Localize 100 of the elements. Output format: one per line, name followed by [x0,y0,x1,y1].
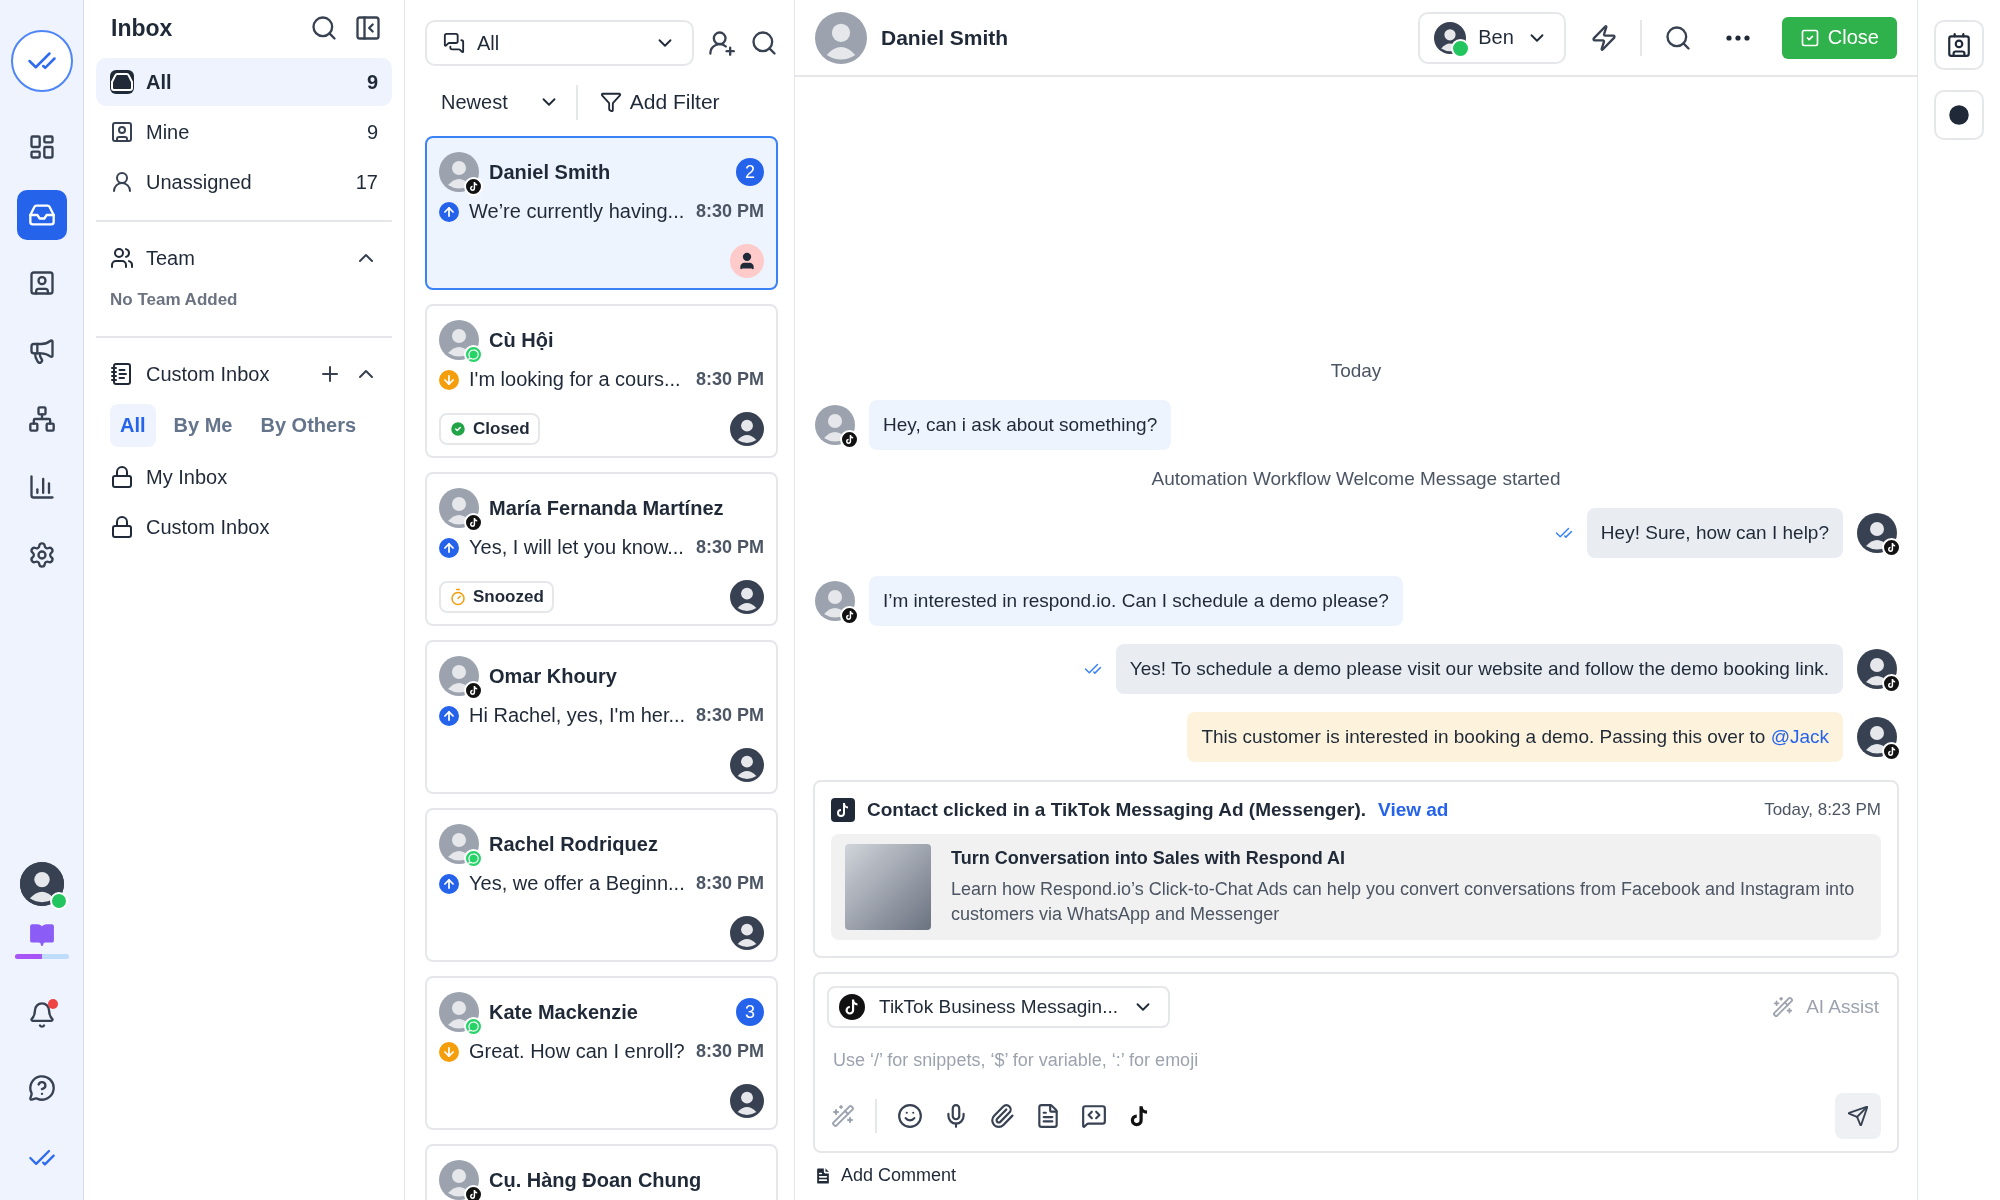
unread-count: 2 [736,158,764,186]
network-icon [27,405,56,433]
note-bubble: This customer is interested in booking a demo. Passing this over to @Jack [1187,712,1843,762]
folder-item[interactable]: Unassigned 17 [96,158,392,206]
assign-user-button[interactable] [708,29,736,57]
date-divider: Today [1330,360,1382,382]
lock-icon [110,515,134,539]
sort-dropdown[interactable]: Newest [425,84,578,120]
contact-icon [27,269,56,297]
document-button[interactable] [1035,1103,1061,1129]
message-bubble: Hey! Sure, how can I help? [1586,508,1843,558]
filter-icon [599,91,622,113]
conversation-card[interactable]: Cụ. Hàng Đoan Chung [425,1144,778,1200]
conversation-card[interactable]: Rachel Rodriquez Yes, we offer a Beginn... 8:30 PM [425,808,778,962]
help-icon [27,1074,56,1102]
channel-dropdown[interactable]: TikTok Business Messagin... [827,986,1170,1028]
attachment-button[interactable] [989,1103,1015,1129]
contact-avatar [439,1160,479,1200]
conversation-card[interactable]: Kate Mackenzie 3 Great. How can I enroll? 8:30 PM [425,976,778,1130]
send-icon [1847,1105,1869,1127]
user-card-icon [110,120,134,144]
contact-avatar [815,405,855,445]
assignee-dropdown[interactable]: Ben [1418,11,1566,64]
filter-tab[interactable]: By Others [250,404,367,447]
paperclip-icon [989,1103,1015,1129]
contact-avatar [439,992,479,1032]
filter-tab[interactable]: All [110,404,156,447]
conversation-card[interactable]: Cù Hội I'm looking for a cours... 8:30 PM Closed [425,304,778,458]
check-circle-icon [449,420,467,438]
chat-bubbles-icon [443,32,465,54]
message-preview: Great. How can I enroll? [469,1040,686,1063]
bar-chart-icon [27,473,56,501]
view-ad-link[interactable]: View ad [1378,799,1449,821]
contact-name: Cù Hội [489,328,555,352]
empty-note: No Team Added [109,289,239,311]
tiktok-badge-icon [1882,674,1901,693]
notebook-icon [110,362,134,386]
message-time: 8:30 PM [695,705,764,726]
book-icon [28,922,55,948]
contact-details-button[interactable] [1934,20,1984,70]
emoji-button[interactable] [897,1103,923,1129]
message-time: 8:30 PM [695,873,764,894]
ad-title: Contact clicked in a TikTok Messaging Ad (Messenger). [867,799,1367,821]
lightning-icon [1589,23,1618,52]
filter-tab[interactable]: By Me [163,404,243,447]
system-message: Automation Workflow Welcome Message started [1151,468,1561,490]
conversation-card[interactable]: Daniel Smith 2 We’re currently having... 8:30 PM [425,136,778,290]
code-message-button[interactable] [1081,1103,1107,1129]
contact-name: Kate Mackenzie [489,1000,639,1024]
contact-name: Daniel Smith [489,160,612,184]
message-preview: I'm looking for a cours... [469,368,682,391]
ad-time: Today, 8:23 PM [1764,800,1881,820]
contact-avatar [815,581,855,621]
filter-dropdown[interactable]: All [425,20,694,66]
panel-icon [354,14,382,42]
add-comment-button[interactable]: Add Comment [795,1165,1917,1200]
agent-avatar [1857,513,1897,553]
search-button[interactable] [750,29,778,57]
settings-icon [27,541,56,569]
message-bubble: Hey, can i ask about something? [869,400,1172,450]
tiktok-icon [831,798,855,822]
custom-inbox-item[interactable]: My Inbox [96,453,392,501]
contact-name: Daniel Smith [881,25,1010,50]
document-icon [1035,1103,1061,1129]
agent-avatar [1857,717,1897,757]
contact-avatar [439,152,479,192]
folder-item[interactable]: All 9 [96,58,392,106]
conversation-card[interactable]: Omar Khoury Hi Rachel, yes, I'm her... 8:30 PM [425,640,778,794]
dashboard-icon [27,133,56,161]
send-button[interactable] [1835,1093,1881,1139]
history-button[interactable] [1934,90,1984,140]
message-time: 8:30 PM [695,201,764,222]
collapse-panel-button[interactable] [354,14,382,42]
search-button[interactable] [1663,23,1692,52]
conversation-card[interactable]: María Fernanda Martínez Yes, I will let you know... 8:30 PM Snoozed [425,472,778,626]
search-button[interactable] [310,14,338,42]
ad-headline: Turn Conversation into Sales with Respond AI [951,848,1347,870]
section-title: Team [146,246,196,270]
user-icon [110,170,134,194]
lightning-button[interactable] [1589,23,1618,52]
status-tag: Closed [439,413,540,445]
tiktok-badge-icon [1882,742,1901,761]
sidebar-title: Inbox [111,14,174,42]
user-photo [19,862,64,906]
message-time: 8:30 PM [695,1041,764,1062]
contact-name: Cụ. Hàng Đoan Chung [489,1168,703,1192]
custom-inbox-item[interactable]: Custom Inbox [96,503,392,551]
contact-name: María Fernanda Martínez [489,496,725,520]
user-plus-icon [708,29,736,57]
contact-card-icon [1946,32,1972,58]
agent-avatar [730,916,764,950]
folder-item[interactable]: Mine 9 [96,108,392,156]
contact-avatar [439,656,479,696]
add-filter-button[interactable]: Add Filter [593,84,726,120]
contact-name: Omar Khoury [489,664,618,688]
tiktok-badge-icon [840,430,859,449]
ad-description: Learn how Respond.io’s Click-to-Chat Ads can help you convert conversations from Facebook and Instagram into customers via WhatsApp and Messenger [951,878,1856,926]
inbox-button[interactable] [16,190,67,240]
more-button[interactable] [1725,34,1750,41]
magic-wand-icon [831,1104,855,1128]
